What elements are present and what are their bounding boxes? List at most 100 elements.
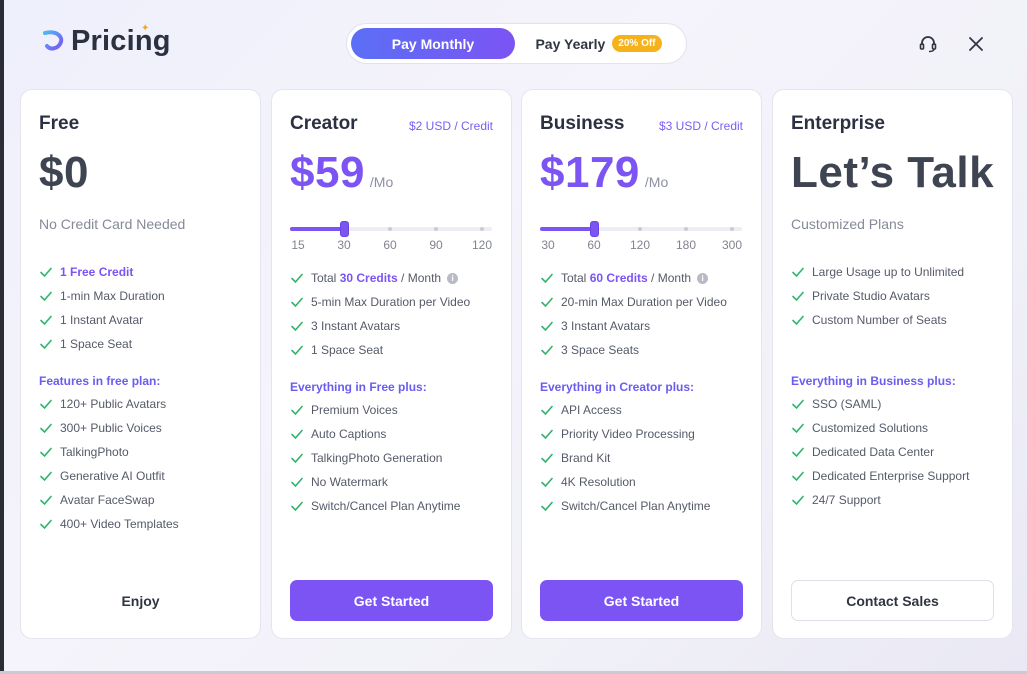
feature-item: No Watermark: [290, 470, 505, 494]
slider-tick-label[interactable]: 60: [587, 238, 600, 252]
slider-tick-label[interactable]: 30: [337, 238, 350, 252]
feature-text: 3 Instant Avatars: [311, 319, 401, 333]
feature-text: 1 Space Seat: [60, 337, 133, 351]
check-icon: [291, 477, 303, 488]
pay-yearly-tab[interactable]: Pay Yearly 20% Off: [515, 28, 682, 59]
check-icon: [40, 339, 52, 350]
slider-tick-label[interactable]: 120: [630, 238, 650, 252]
slider-tick-label[interactable]: 180: [676, 238, 696, 252]
slider-tick-label[interactable]: 30: [541, 238, 554, 252]
credits-slider[interactable]: 30 60 120 180 300: [540, 220, 742, 260]
feature-text: Avatar FaceSwap: [60, 493, 155, 507]
slider-tick-label[interactable]: 300: [722, 238, 742, 252]
credits-line: Total 30 Credits / Month i: [290, 266, 505, 290]
billing-toggle: Pay Monthly Pay Yearly 20% Off: [346, 23, 687, 64]
slider-tick-label[interactable]: 15: [291, 238, 304, 252]
feature-item: Switch/Cancel Plan Anytime: [540, 494, 755, 518]
page-title: Pricing: [71, 25, 171, 57]
slider-tick-label[interactable]: 60: [383, 238, 396, 252]
feature-text: Customized Solutions: [812, 421, 929, 435]
slider-step-dot[interactable]: [684, 227, 688, 231]
check-icon: [40, 267, 52, 278]
feature-item: 24/7 Support: [791, 488, 1006, 512]
credit-price: $2 USD / Credit: [408, 119, 493, 133]
feature-text: 4K Resolution: [561, 475, 636, 489]
slider-step-dot[interactable]: [638, 227, 642, 231]
credits-slider[interactable]: 15 30 60 90 120: [290, 220, 492, 260]
price-row: $0: [39, 148, 89, 198]
check-icon: [792, 495, 804, 506]
feature-item: Premium Voices: [290, 398, 505, 422]
feature-text: 300+ Public Voices: [60, 421, 162, 435]
slider-tick-label[interactable]: 90: [429, 238, 442, 252]
enjoy-button[interactable]: Enjoy: [39, 580, 242, 621]
spark-icon: ✦: [141, 23, 150, 34]
plan-price: $179: [540, 148, 640, 197]
price-period: /Mo: [644, 174, 669, 190]
plan-name: Free: [39, 113, 80, 134]
check-icon: [40, 315, 52, 326]
check-icon: [792, 267, 804, 278]
check-icon: [40, 495, 52, 506]
credit-price: $3 USD / Credit: [658, 119, 743, 133]
slider-thumb[interactable]: [590, 221, 599, 237]
slider-step-dot[interactable]: [730, 227, 734, 231]
check-icon: [40, 423, 52, 434]
get-started-button[interactable]: Get Started: [540, 580, 743, 621]
check-icon: [40, 519, 52, 530]
extra-feature-list: API Access Priority Video Processing Bra…: [540, 398, 755, 518]
feature-text: Switch/Cancel Plan Anytime: [561, 499, 711, 513]
feature-text: Large Usage up to Unlimited: [812, 265, 965, 279]
pay-monthly-label: Pay Monthly: [391, 35, 475, 52]
feature-text: Dedicated Enterprise Support: [812, 469, 970, 483]
feature-text: 1-min Max Duration: [60, 289, 165, 303]
feature-list: Total 30 Credits / Month i 5-min Max Dura…: [290, 266, 505, 362]
headset-icon[interactable]: [916, 32, 940, 56]
check-icon: [792, 315, 804, 326]
feature-item: Avatar FaceSwap: [39, 488, 254, 512]
get-started-button[interactable]: Get Started: [290, 580, 493, 621]
feature-item: 1-min Max Duration: [39, 284, 254, 308]
info-icon[interactable]: i: [697, 272, 709, 284]
logo: Pricing ✦: [38, 23, 171, 58]
slider-tick-label[interactable]: 120: [472, 238, 492, 252]
info-icon[interactable]: i: [447, 272, 459, 284]
slider-step-dot[interactable]: [388, 227, 392, 231]
check-icon: [792, 471, 804, 482]
feature-item: 3 Instant Avatars: [540, 314, 755, 338]
plan-subtitle: Customized Plans: [791, 216, 904, 232]
pay-monthly-tab[interactable]: Pay Monthly: [351, 28, 515, 59]
plan-price: $59: [290, 148, 365, 197]
feature-item: 20-min Max Duration per Video: [540, 290, 755, 314]
feature-text: 5-min Max Duration per Video: [311, 295, 471, 309]
feature-item: Dedicated Enterprise Support: [791, 464, 1006, 488]
feature-item: 5-min Max Duration per Video: [290, 290, 505, 314]
check-icon: [792, 447, 804, 458]
feature-text: 1 Space Seat: [311, 343, 384, 357]
credits-line: Total 60 Credits / Month i: [540, 266, 755, 290]
slider-thumb[interactable]: [340, 221, 349, 237]
feature-list: 1 Free Credit 1-min Max Duration 1 Insta…: [39, 260, 254, 356]
plan-name: Business: [540, 113, 625, 134]
close-icon[interactable]: [964, 32, 988, 56]
feature-text: Auto Captions: [311, 427, 387, 441]
slider-fill: [540, 227, 594, 231]
check-icon: [40, 471, 52, 482]
feature-item: Large Usage up to Unlimited: [791, 260, 1006, 284]
section-label: Everything in Business plus:: [791, 374, 956, 388]
contact-sales-button[interactable]: Contact Sales: [791, 580, 994, 621]
credits-prefix: Total: [561, 271, 590, 285]
check-icon: [792, 423, 804, 434]
feature-text: Brand Kit: [561, 451, 611, 465]
feature-item: 1 Instant Avatar: [39, 308, 254, 332]
feature-text: Generative AI Outfit: [60, 469, 165, 483]
slider-step-dot[interactable]: [434, 227, 438, 231]
plan-subtitle: No Credit Card Needed: [39, 216, 186, 232]
check-icon: [291, 501, 303, 512]
feature-item: Brand Kit: [540, 446, 755, 470]
feature-text: TalkingPhoto Generation: [311, 451, 443, 465]
price-row: $59 /Mo: [290, 148, 393, 198]
slider-step-dot[interactable]: [480, 227, 484, 231]
feature-text: 3 Space Seats: [561, 343, 640, 357]
feature-item: 1 Space Seat: [290, 338, 505, 362]
